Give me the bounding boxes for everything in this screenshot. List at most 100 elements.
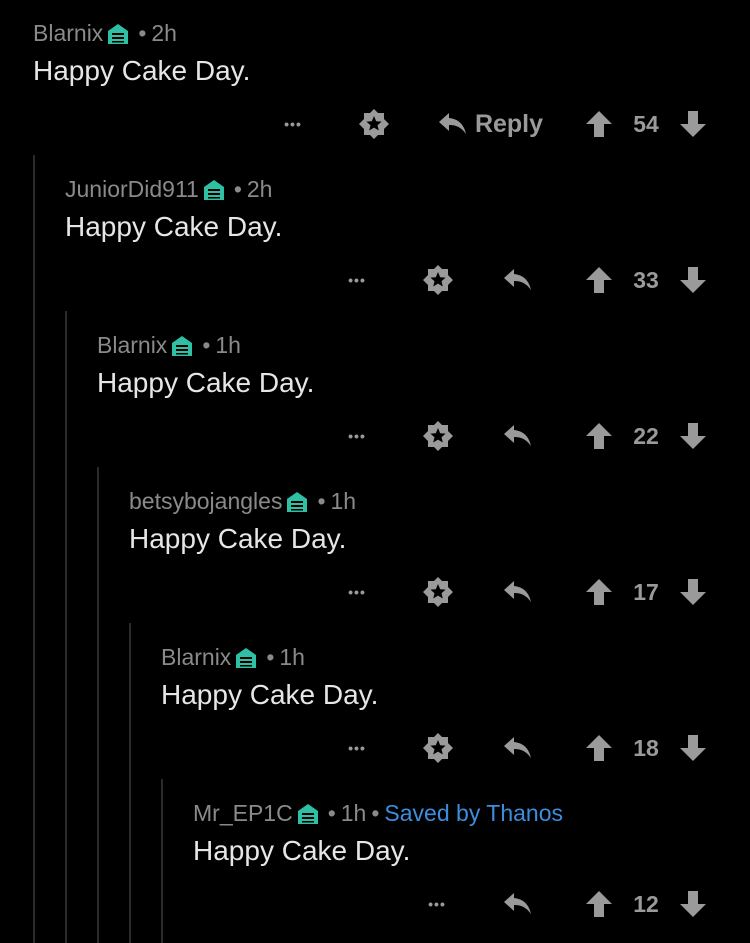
downvote-button[interactable] xyxy=(678,416,708,456)
timestamp: 1h xyxy=(215,332,241,358)
comment: Blarnix • 1h Happy Cake Day. ••• 18 xyxy=(0,624,750,780)
award-button[interactable] xyxy=(356,104,392,144)
comment-meta: betsybojangles • 1h xyxy=(129,488,356,515)
more-options-button[interactable]: ••• xyxy=(342,728,372,768)
more-options-button[interactable]: ••• xyxy=(422,884,452,924)
timestamp: 1h xyxy=(340,800,367,826)
upvote-icon xyxy=(584,733,614,763)
more-options-icon: ••• xyxy=(348,740,366,756)
author-link[interactable]: Blarnix xyxy=(97,332,167,359)
timestamp: 2h xyxy=(151,20,177,46)
reply-button[interactable] xyxy=(500,884,536,924)
separator-dot: • xyxy=(266,644,275,670)
reply-button[interactable] xyxy=(500,416,536,456)
vote-score: 54 xyxy=(633,110,659,137)
reply-icon xyxy=(502,576,534,608)
downvote-icon xyxy=(678,421,708,451)
comment-body: Happy Cake Day. xyxy=(33,55,251,86)
upvote-button[interactable] xyxy=(584,260,614,300)
downvote-icon xyxy=(678,577,708,607)
vote-score: 33 xyxy=(633,266,659,293)
upvote-icon xyxy=(584,109,614,139)
comment-actions: ••• Reply 54 xyxy=(0,104,750,144)
comment: betsybojangles • 1h Happy Cake Day. ••• … xyxy=(0,468,750,624)
flair-icon xyxy=(234,646,258,670)
downvote-button[interactable] xyxy=(678,104,708,144)
reply-button[interactable] xyxy=(500,572,536,612)
upvote-button[interactable] xyxy=(584,572,614,612)
reply-button[interactable]: Reply xyxy=(432,104,544,144)
flair-icon xyxy=(202,178,226,202)
award-button[interactable] xyxy=(420,416,456,456)
separator-dot: • xyxy=(317,488,326,514)
comment-meta: Blarnix • 2h xyxy=(33,20,177,47)
flair-icon xyxy=(106,22,130,46)
upvote-icon xyxy=(584,421,614,451)
award-icon xyxy=(422,264,454,296)
award-button[interactable] xyxy=(420,728,456,768)
upvote-icon xyxy=(584,889,614,919)
vote-score: 18 xyxy=(633,734,659,761)
more-options-button[interactable]: ••• xyxy=(342,572,372,612)
upvote-button[interactable] xyxy=(584,884,614,924)
comment-actions: ••• 33 xyxy=(0,260,750,300)
separator-dot: • xyxy=(327,800,336,826)
comment-meta: Blarnix • 1h xyxy=(161,644,305,671)
more-options-icon: ••• xyxy=(348,272,366,288)
downvote-button[interactable] xyxy=(678,884,708,924)
saved-by-link[interactable]: Saved by Thanos xyxy=(384,800,563,827)
award-button[interactable] xyxy=(420,260,456,300)
downvote-button[interactable] xyxy=(678,728,708,768)
flair-icon xyxy=(296,802,320,826)
author-link[interactable]: Blarnix xyxy=(161,644,231,671)
comment-meta: Blarnix • 1h xyxy=(97,332,241,359)
author-link[interactable]: Mr_EP1C xyxy=(193,800,293,827)
vote-score: 22 xyxy=(633,422,659,449)
upvote-icon xyxy=(584,265,614,295)
comment-actions: ••• 17 xyxy=(0,572,750,612)
comment: Blarnix • 1h Happy Cake Day. ••• 22 xyxy=(0,312,750,468)
more-options-icon: ••• xyxy=(348,584,366,600)
reply-button[interactable] xyxy=(500,728,536,768)
comment-body: Happy Cake Day. xyxy=(193,835,411,866)
reply-label: Reply xyxy=(474,109,544,138)
timestamp: 2h xyxy=(246,176,273,202)
downvote-icon xyxy=(678,109,708,139)
downvote-button[interactable] xyxy=(678,572,708,612)
comment-actions: ••• 22 xyxy=(0,416,750,456)
comment-actions: ••• 18 xyxy=(0,728,750,768)
award-icon xyxy=(358,108,390,140)
separator-dot: • xyxy=(371,800,380,826)
reply-button[interactable] xyxy=(500,260,536,300)
more-options-button[interactable]: ••• xyxy=(278,104,308,144)
comment: Mr_EP1C • 1h • Saved by Thanos Happy Cak… xyxy=(0,780,750,936)
comment-body: Happy Cake Day. xyxy=(97,367,315,398)
vote-score: 17 xyxy=(633,578,659,605)
upvote-button[interactable] xyxy=(584,416,614,456)
more-options-button[interactable]: ••• xyxy=(342,260,372,300)
upvote-button[interactable] xyxy=(584,104,614,144)
author-link[interactable]: JuniorDid911 xyxy=(65,176,199,203)
author-link[interactable]: Blarnix xyxy=(33,20,103,47)
award-icon xyxy=(422,420,454,452)
award-button[interactable] xyxy=(420,572,456,612)
separator-dot: • xyxy=(233,176,242,202)
flair-icon xyxy=(170,334,194,358)
upvote-button[interactable] xyxy=(584,728,614,768)
downvote-button[interactable] xyxy=(678,260,708,300)
comment: Blarnix • 2h Happy Cake Day. ••• Reply 5… xyxy=(0,0,750,156)
separator-dot: • xyxy=(138,20,147,46)
downvote-icon xyxy=(678,265,708,295)
upvote-icon xyxy=(584,577,614,607)
award-icon xyxy=(422,732,454,764)
more-options-icon: ••• xyxy=(284,116,302,132)
more-options-icon: ••• xyxy=(348,428,366,444)
reply-icon xyxy=(502,420,534,452)
comment-body: Happy Cake Day. xyxy=(65,211,283,242)
author-link[interactable]: betsybojangles xyxy=(129,488,282,515)
downvote-icon xyxy=(678,889,708,919)
more-options-button[interactable]: ••• xyxy=(342,416,372,456)
reply-icon xyxy=(437,108,469,140)
comment: JuniorDid911 • 2h Happy Cake Day. ••• 33 xyxy=(0,156,750,312)
separator-dot: • xyxy=(202,332,211,358)
